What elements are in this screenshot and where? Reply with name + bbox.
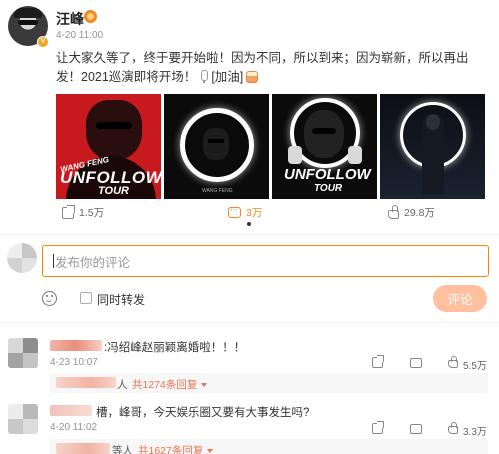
comment-text: :冯绍峰赵丽颖离婚啦！！！ bbox=[104, 342, 246, 354]
comment-share-icon[interactable] bbox=[372, 355, 384, 368]
active-tab-indicator bbox=[247, 222, 251, 226]
reply-summary[interactable]: 等人 共1627条回复 bbox=[50, 439, 488, 454]
reply-count-link[interactable]: 共1627条回复 bbox=[138, 443, 214, 454]
poster-subtitle: TOUR bbox=[98, 185, 129, 197]
comment-input-placeholder: 发布你的评论 bbox=[55, 255, 131, 270]
post-time[interactable]: 4-20 11:00 bbox=[56, 30, 103, 41]
like-button[interactable]: 29.8万 bbox=[388, 204, 435, 220]
comment-reply-icon[interactable] bbox=[410, 424, 422, 434]
post-image-1[interactable]: WANG FENG UNFOLLOW TOUR bbox=[56, 94, 161, 199]
reply-suffix: 人 bbox=[117, 379, 128, 391]
emoji-picker-icon[interactable] bbox=[42, 291, 57, 306]
repost-checkbox[interactable] bbox=[80, 292, 92, 304]
cake-emoji-icon bbox=[246, 71, 259, 83]
raised-fists bbox=[288, 146, 362, 164]
comment-icon bbox=[228, 204, 241, 218]
comment-like-icon[interactable] bbox=[448, 356, 458, 368]
microphone-icon bbox=[199, 70, 209, 83]
replier-names-redacted bbox=[56, 443, 110, 454]
reply-count: 共1627条回复 bbox=[138, 445, 204, 454]
post-action-bar: 1.5万 3万 29.8万 bbox=[56, 204, 488, 225]
verified-icon: V bbox=[37, 36, 49, 48]
caret-down-icon bbox=[201, 383, 208, 387]
portrait-figure bbox=[203, 128, 229, 160]
comment-share-icon[interactable] bbox=[372, 421, 384, 434]
poster-title: UNFOLLOW bbox=[284, 166, 371, 183]
comment-input[interactable]: 发布你的评论 bbox=[42, 245, 489, 277]
comment-like-count: 3.3万 bbox=[463, 427, 487, 438]
submit-comment-button[interactable]: 评论 bbox=[433, 285, 487, 312]
text-caret bbox=[53, 254, 54, 268]
comment-time: 4-20 11:02 bbox=[50, 422, 98, 433]
vip-badge-icon[interactable] bbox=[84, 10, 97, 23]
standing-figure bbox=[422, 114, 444, 194]
current-user-avatar[interactable] bbox=[7, 243, 37, 273]
commenter-name-redacted[interactable] bbox=[50, 340, 102, 351]
author-name[interactable]: 汪峰 bbox=[56, 9, 84, 29]
like-count: 29.8万 bbox=[404, 207, 435, 219]
commenter-avatar[interactable] bbox=[8, 338, 38, 368]
reply-summary[interactable]: 人 共1274条回复 bbox=[50, 373, 488, 393]
post-image-4[interactable] bbox=[380, 94, 485, 199]
avatar-hair bbox=[14, 8, 42, 18]
comment-like-icon[interactable] bbox=[448, 422, 458, 434]
comment-reply-icon[interactable] bbox=[410, 358, 422, 368]
commenter-avatar[interactable] bbox=[8, 404, 38, 434]
reply-count: 共1274条回复 bbox=[132, 379, 198, 391]
share-icon bbox=[62, 204, 75, 219]
avatar-sunglasses bbox=[18, 20, 38, 25]
share-count: 1.5万 bbox=[79, 207, 105, 219]
reply-count-link[interactable]: 共1274条回复 bbox=[132, 377, 208, 392]
comment-like-count: 5.5万 bbox=[463, 361, 487, 372]
poster-subtitle: TOUR bbox=[314, 183, 343, 194]
divider bbox=[0, 322, 499, 323]
post-image-3[interactable]: UNFOLLOW TOUR bbox=[272, 94, 377, 199]
caret-down-icon bbox=[207, 449, 214, 453]
divider bbox=[0, 234, 499, 235]
comment-count: 3万 bbox=[246, 207, 263, 219]
comment-text: 槽，峰哥，今天娱乐圈又要有大事发生吗? bbox=[96, 407, 310, 419]
post-text: 让大家久等了，终于要开始啦！因为不同，所以到来；因为崭新，所以再出发！2021巡… bbox=[56, 49, 488, 87]
share-button[interactable]: 1.5万 bbox=[62, 204, 105, 220]
reply-suffix: 等人 bbox=[112, 445, 133, 454]
post-image-2[interactable]: WANG FENG bbox=[164, 94, 269, 199]
post-text-body: 让大家久等了，终于要开始啦！因为不同，所以到来；因为崭新，所以再出发！2021巡… bbox=[56, 51, 469, 84]
repost-label[interactable]: 同时转发 bbox=[97, 291, 145, 308]
poster-signature: WANG FENG bbox=[202, 188, 233, 194]
post-image-gallery: WANG FENG UNFOLLOW TOUR WANG FENG UNFOLL… bbox=[56, 94, 488, 199]
portrait-face bbox=[86, 100, 142, 160]
emoji-tag-cheer: [加油] bbox=[211, 70, 244, 84]
commenter-name-redacted[interactable] bbox=[50, 405, 92, 416]
comment-time: 4-23 10:07 bbox=[50, 357, 98, 368]
comment-button[interactable]: 3万 bbox=[228, 204, 263, 220]
thumbs-up-icon bbox=[388, 204, 399, 219]
replier-names-redacted bbox=[56, 377, 116, 388]
